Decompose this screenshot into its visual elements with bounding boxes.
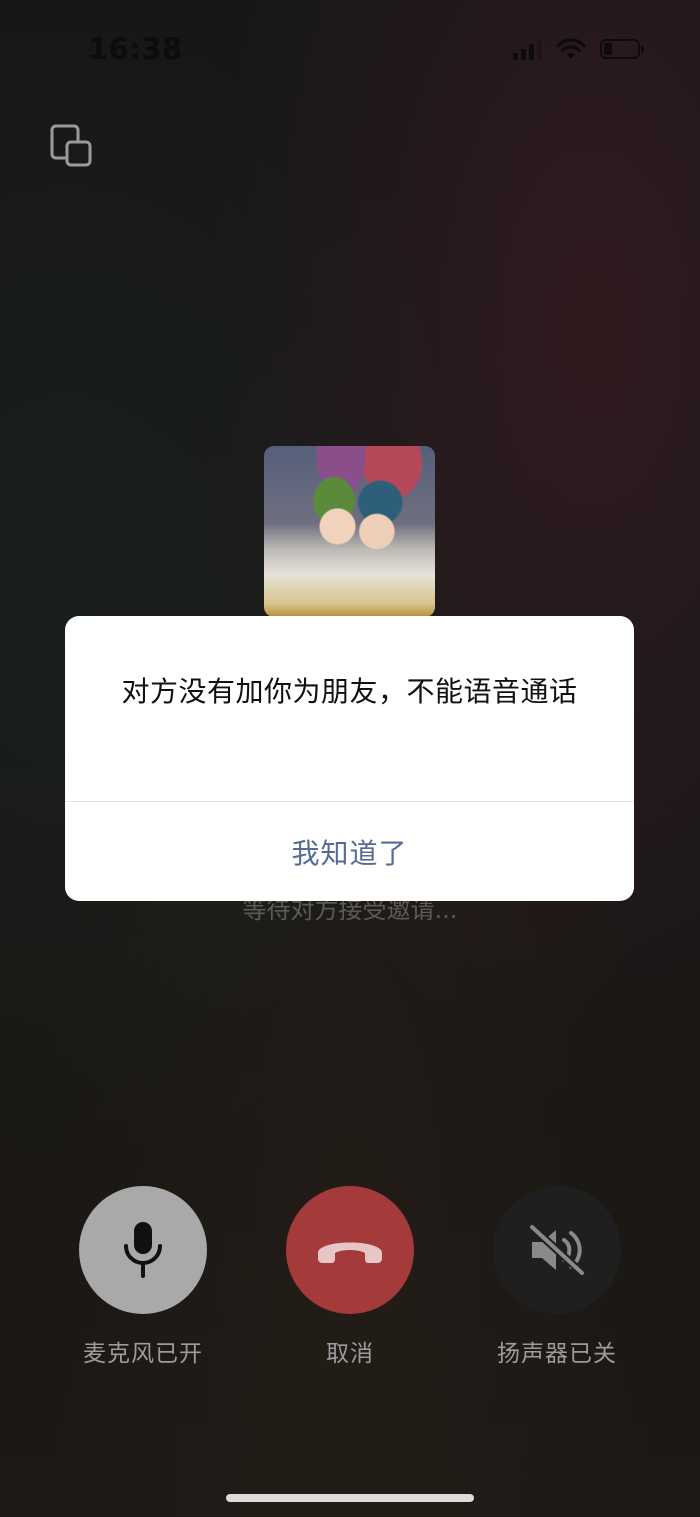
- microphone-icon: [124, 1222, 162, 1278]
- got-it-button[interactable]: 我知道了: [65, 802, 634, 901]
- speaker-toggle-button[interactable]: [493, 1186, 621, 1314]
- battery-icon: [600, 39, 644, 59]
- callee-avatar: [264, 446, 435, 617]
- dialog-message: 对方没有加你为朋友，不能语音通话: [121, 675, 578, 708]
- speaker-control: 扬声器已关: [477, 1186, 637, 1368]
- hang-up-phone-icon: [318, 1242, 382, 1263]
- cancel-control: 取消: [270, 1186, 430, 1368]
- cellular-signal-icon: [513, 38, 542, 60]
- mic-control: 麦克风已开: [63, 1186, 223, 1368]
- status-time: 16:38: [88, 32, 183, 66]
- cancel-label: 取消: [326, 1341, 374, 1367]
- speaker-label: 扬声器已关: [497, 1341, 617, 1367]
- alert-dialog: 对方没有加你为朋友，不能语音通话 我知道了: [65, 616, 634, 901]
- picture-in-picture-icon: [50, 124, 92, 167]
- wifi-icon: [556, 38, 586, 59]
- float-window-button[interactable]: [46, 120, 98, 172]
- mic-label: 麦克风已开: [83, 1341, 203, 1367]
- speaker-muted-icon: [528, 1223, 586, 1277]
- mic-toggle-button[interactable]: [79, 1186, 207, 1314]
- home-indicator[interactable]: [226, 1494, 474, 1502]
- status-icons: [513, 38, 644, 60]
- voice-call-screen: 16:38 等待对方接受邀请... 对方没有加你为朋友，不能语音通话 我知道了: [0, 0, 700, 1517]
- cancel-call-button[interactable]: [286, 1186, 414, 1314]
